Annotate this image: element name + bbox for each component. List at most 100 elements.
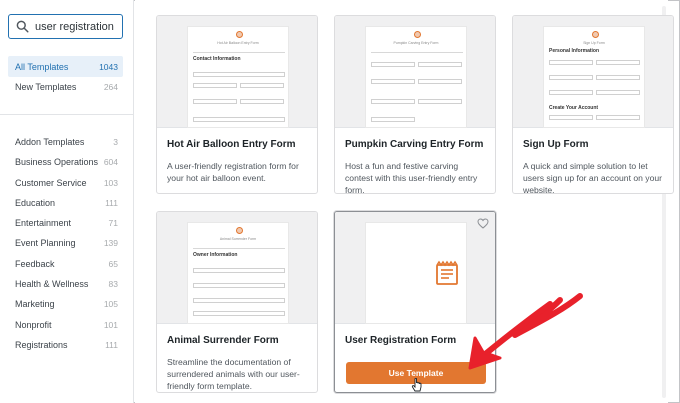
form-logo-icon [236, 227, 243, 234]
preview-field [596, 90, 640, 95]
preview-field [240, 83, 284, 88]
card-description: A quick and simple solution to let users… [523, 161, 663, 194]
card-title: User Registration Form [345, 335, 457, 346]
sidebar-item-label: Customer Service [15, 177, 87, 188]
sidebar-item-addon-templates[interactable]: Addon Templates 3 [8, 131, 123, 152]
sidebar-item-count: 101 [103, 319, 118, 330]
sidebar-item-health-wellness[interactable]: Health & Wellness 83 [8, 273, 123, 294]
sidebar-item-count: 264 [103, 81, 118, 92]
sidebar-item-registrations[interactable]: Registrations 111 [8, 334, 123, 355]
sidebar-item-count: 3 [113, 136, 118, 147]
preview-field [193, 268, 285, 273]
preview-field [371, 117, 415, 122]
template-grid: Hot Air Balloon Entry Form Contact Infor… [135, 0, 674, 403]
sidebar-item-label: Entertainment [15, 217, 72, 228]
card-title: Hot Air Balloon Entry Form [167, 139, 296, 150]
form-preview-paper: Pumpkin Carving Entry Form [365, 26, 467, 128]
heart-icon[interactable] [477, 218, 489, 229]
template-card-hot-air-balloon[interactable]: Hot Air Balloon Entry Form Contact Infor… [156, 15, 318, 194]
form-preview-paper [365, 222, 467, 324]
sidebar-item-count: 105 [103, 298, 118, 309]
form-template-icon [436, 260, 458, 285]
card-title: Animal Surrender Form [167, 335, 279, 346]
template-preview: Hot Air Balloon Entry Form Contact Infor… [157, 16, 317, 128]
card-description: Host a fun and festive carving contest w… [345, 161, 478, 194]
sidebar-item-label: New Templates [15, 81, 77, 92]
sidebar-item-count: 111 [105, 339, 118, 350]
card-description: A user-friendly registration form for yo… [167, 161, 299, 183]
form-preview-paper: Animal Surrender Form Owner Information [187, 222, 289, 324]
card-title: Sign Up Form [523, 139, 589, 150]
template-preview: Sign Up Form Personal Information Create… [513, 16, 673, 128]
preview-field [596, 115, 640, 120]
sidebar-item-feedback[interactable]: Feedback 65 [8, 253, 123, 274]
sidebar-item-label: Addon Templates [15, 136, 85, 147]
sidebar-item-label: Marketing [15, 298, 55, 309]
preview-title: Hot Air Balloon Entry Form [217, 41, 259, 45]
sidebar-item-marketing[interactable]: Marketing 105 [8, 293, 123, 314]
preview-title: Sign Up Form [583, 41, 605, 45]
sidebar-item-event-planning[interactable]: Event Planning 139 [8, 232, 123, 253]
form-logo-icon [592, 31, 599, 38]
preview-field [193, 311, 285, 316]
sidebar-item-education[interactable]: Education 111 [8, 192, 123, 213]
sidebar-item-business-operations[interactable]: Business Operations 604 [8, 151, 123, 172]
preview-field [193, 83, 237, 88]
sidebar-item-count: 71 [108, 217, 118, 228]
preview-title: Animal Surrender Form [219, 237, 257, 241]
form-logo-icon [414, 31, 421, 38]
search-box[interactable] [8, 14, 125, 39]
preview-field [418, 62, 462, 67]
preview-field [418, 99, 462, 104]
sidebar-item-nonprofit[interactable]: Nonprofit 101 [8, 314, 123, 335]
sidebar-divider [0, 114, 134, 115]
preview-field [371, 62, 415, 67]
preview-field [240, 99, 284, 104]
search-icon [16, 20, 29, 33]
preview-field [193, 72, 285, 77]
template-preview [335, 212, 495, 324]
template-card-pumpkin-carving[interactable]: Pumpkin Carving Entry Form Pumpkin Carvi… [334, 15, 496, 194]
preview-field [371, 79, 415, 84]
preview-field [193, 99, 237, 104]
sidebar-item-entertainment[interactable]: Entertainment 71 [8, 212, 123, 233]
card-description: Streamline the documentation of surrende… [167, 357, 300, 391]
sidebar-item-count: 604 [103, 156, 118, 167]
template-card-animal-surrender[interactable]: Animal Surrender Form Owner Information … [156, 211, 318, 393]
preview-field [596, 60, 640, 65]
preview-section: Owner Information [193, 252, 238, 258]
preview-field [549, 60, 593, 65]
preview-field [371, 99, 415, 104]
search-input[interactable] [35, 20, 125, 33]
preview-field [193, 117, 285, 122]
preview-field [549, 75, 593, 80]
preview-section: Personal Information [549, 48, 600, 54]
preview-section: Create Your Account [549, 105, 599, 111]
sidebar-item-count: 103 [103, 177, 118, 188]
form-logo-icon [236, 31, 243, 38]
sidebar-item-label: All Templates [15, 61, 69, 72]
preview-field [418, 79, 462, 84]
sidebar-item-label: Nonprofit [15, 319, 52, 330]
template-sidebar: All Templates 1043 New Templates 264 Add… [0, 0, 134, 403]
sidebar-item-all-templates[interactable]: All Templates 1043 [8, 56, 123, 77]
sidebar-item-count: 83 [108, 278, 118, 289]
template-preview: Animal Surrender Form Owner Information [157, 212, 317, 324]
preview-divider [193, 248, 285, 249]
template-card-sign-up[interactable]: Sign Up Form Personal Information Create… [512, 15, 674, 194]
sidebar-item-customer-service[interactable]: Customer Service 103 [8, 172, 123, 193]
sidebar-item-count: 65 [108, 258, 118, 269]
pointer-cursor-icon [411, 378, 422, 392]
preview-divider [371, 52, 463, 53]
preview-field [549, 90, 593, 95]
preview-field [193, 283, 285, 288]
sidebar-item-count: 139 [103, 237, 118, 248]
sidebar-item-count: 1043 [99, 61, 118, 72]
preview-divider [193, 52, 285, 53]
card-title: Pumpkin Carving Entry Form [345, 139, 484, 150]
preview-field [193, 298, 285, 303]
template-card-user-registration[interactable]: User Registration Form Use Template [334, 211, 496, 393]
template-preview: Pumpkin Carving Entry Form [335, 16, 495, 128]
preview-title: Pumpkin Carving Entry Form [393, 41, 439, 45]
sidebar-item-new-templates[interactable]: New Templates 264 [8, 76, 123, 97]
